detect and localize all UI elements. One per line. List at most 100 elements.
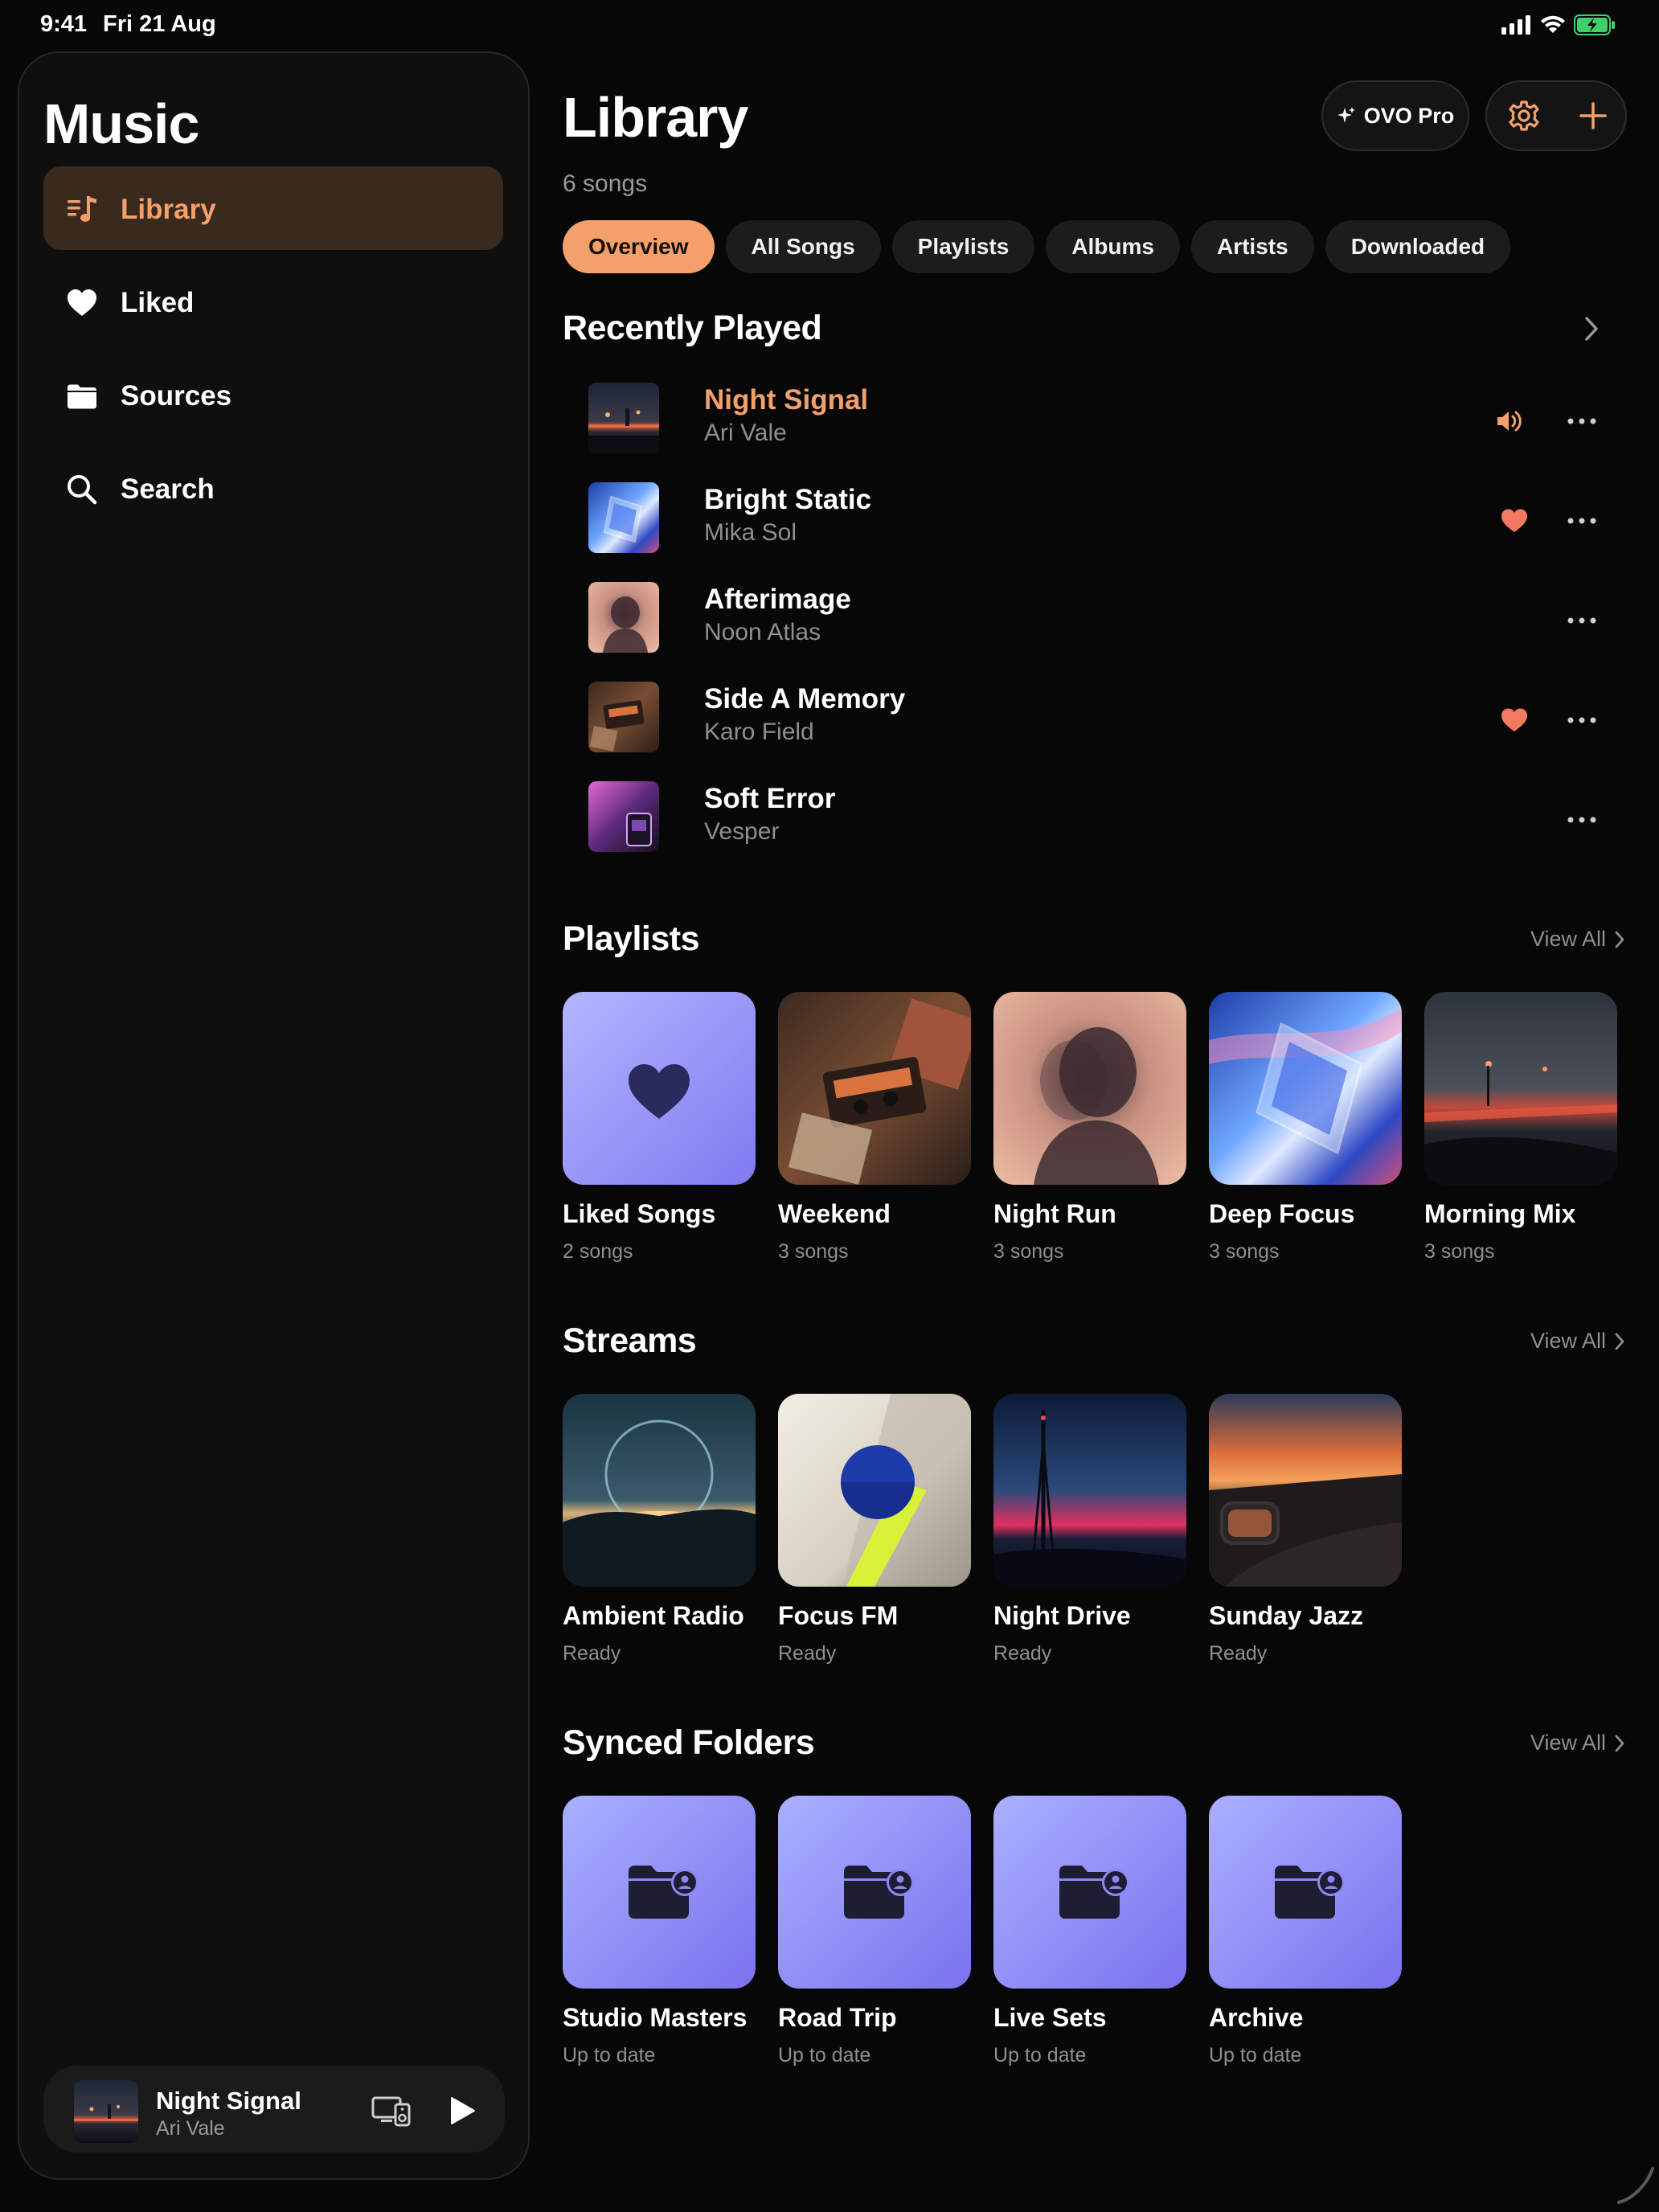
chevron-right-icon <box>1615 931 1624 948</box>
status-time: 9:41 <box>40 11 88 37</box>
playlist-card[interactable]: Morning Mix 3 songs <box>1424 992 1617 1264</box>
folder-icon <box>68 384 96 409</box>
streams-view-all[interactable]: View All <box>1530 1329 1625 1354</box>
stream-card[interactable]: Night Drive Ready <box>993 1394 1186 1665</box>
sidebar-item-liked[interactable]: Liked <box>43 260 503 343</box>
pro-button-label: OVO Pro <box>1363 103 1455 128</box>
tab-albums[interactable]: Albums <box>1046 220 1180 273</box>
resize-handle-icon[interactable] <box>1612 2162 1657 2207</box>
more-icon[interactable] <box>1566 506 1598 535</box>
song-count: 6 songs <box>563 170 648 197</box>
tab-artists[interactable]: Artists <box>1190 220 1314 273</box>
track-title: Side A Memory <box>704 683 906 715</box>
list-item[interactable]: Soft Error Vesper <box>587 775 1632 875</box>
playlist-name: Deep Focus <box>1209 1199 1355 1228</box>
playlist-artwork <box>1209 992 1402 1185</box>
more-icon[interactable] <box>1566 706 1598 735</box>
pro-button[interactable]: OVO Pro <box>1321 80 1469 151</box>
list-item[interactable]: Side A Memory Karo Field <box>587 675 1632 775</box>
heart-icon[interactable] <box>1500 706 1529 735</box>
track-artist: Karo Field <box>704 719 814 745</box>
track-artist: Noon Atlas <box>704 619 821 645</box>
folder-name: Archive <box>1209 2003 1304 2032</box>
list-item[interactable]: Afterimage Noon Atlas <box>587 576 1632 675</box>
tab-playlists[interactable]: Playlists <box>891 220 1035 273</box>
sidebar-nav: Library Liked Sources Search <box>43 166 503 539</box>
sparkle-icon <box>1337 107 1355 123</box>
streams-heading: Streams <box>563 1321 697 1360</box>
stream-card[interactable]: Ambient Radio Ready <box>563 1394 756 1665</box>
sidebar-item-search[interactable]: Search <box>43 446 503 530</box>
devices-output-icon[interactable] <box>371 2095 412 2127</box>
folder-card[interactable]: Studio Masters Up to date <box>563 1796 756 2067</box>
playlist-name: Liked Songs <box>563 1199 716 1228</box>
speaker-icon <box>1497 411 1522 432</box>
stream-card[interactable]: Focus FM Ready <box>778 1394 971 1665</box>
playlist-count: 2 songs <box>563 1240 633 1263</box>
sidebar-item-library[interactable]: Library <box>43 166 503 250</box>
folder-status: Up to date <box>778 2044 871 2067</box>
tab-downloaded[interactable]: Downloaded <box>1325 220 1511 273</box>
sidebar-item-sources[interactable]: Sources <box>43 353 503 436</box>
stream-status: Ready <box>993 1642 1052 1665</box>
playlist-card[interactable]: Deep Focus 3 songs <box>1209 992 1402 1264</box>
playlist-artwork <box>1424 992 1617 1185</box>
play-icon[interactable] <box>445 2095 477 2127</box>
folder-status: Up to date <box>993 2044 1087 2067</box>
synced-folders-heading: Synced Folders <box>563 1723 815 1762</box>
folder-card[interactable]: Archive Up to date <box>1209 1796 1402 2067</box>
more-icon[interactable] <box>1566 606 1598 635</box>
folder-status: Up to date <box>563 2044 656 2067</box>
list-item[interactable]: Night Signal Ari Vale <box>587 376 1632 476</box>
playlist-count: 3 songs <box>1209 1240 1280 1263</box>
more-icon[interactable] <box>1566 805 1598 834</box>
stream-card[interactable]: Sunday Jazz Ready <box>1209 1394 1402 1665</box>
chevron-right-icon[interactable] <box>1582 315 1601 342</box>
folder-card[interactable]: Live Sets Up to date <box>993 1796 1186 2067</box>
folder-tile <box>778 1796 971 1989</box>
view-all-label: View All <box>1530 1329 1606 1353</box>
sidebar-item-label: Search <box>121 473 215 505</box>
folder-tile <box>993 1796 1186 1989</box>
shared-folder-icon <box>1275 1866 1345 1919</box>
folder-status: Up to date <box>1209 2044 1302 2067</box>
search-icon <box>68 475 97 505</box>
streams-grid: Ambient Radio Ready Focus FM Ready Night… <box>563 1394 1402 1665</box>
toolbar-group <box>1485 80 1627 151</box>
synced-folders-view-all[interactable]: View All <box>1530 1731 1625 1755</box>
shared-folder-icon <box>844 1866 914 1919</box>
main-content: Library 6 songs OVO Pro Overview All Son… <box>563 0 1640 2212</box>
track-title: Soft Error <box>704 783 836 814</box>
sidebar-item-label: Sources <box>121 380 232 412</box>
track-artwork <box>588 582 659 653</box>
recently-played-list: Night Signal Ari Vale Bright Static Mika… <box>587 376 1632 875</box>
shared-folder-icon <box>1059 1866 1129 1919</box>
mini-player[interactable]: Night Signal Ari Vale <box>43 2066 505 2153</box>
folder-tile <box>1209 1796 1402 1989</box>
tab-all-songs[interactable]: All Songs <box>725 220 881 273</box>
playlist-name: Night Run <box>993 1199 1116 1228</box>
playlist-card[interactable]: Liked Songs 2 songs <box>563 992 756 1264</box>
track-artwork <box>588 482 659 553</box>
stream-name: Focus FM <box>778 1601 899 1630</box>
playlist-card[interactable]: Night Run 3 songs <box>993 992 1186 1264</box>
plus-icon[interactable] <box>1577 100 1609 132</box>
stream-artwork <box>1209 1394 1402 1587</box>
mini-player-artist: Ari Vale <box>156 2117 225 2140</box>
view-all-label: View All <box>1530 927 1606 951</box>
folder-card[interactable]: Road Trip Up to date <box>778 1796 971 2067</box>
heart-icon[interactable] <box>1500 506 1529 535</box>
list-item[interactable]: Bright Static Mika Sol <box>587 476 1632 576</box>
track-artist: Mika Sol <box>704 519 797 546</box>
playlist-card[interactable]: Weekend 3 songs <box>778 992 971 1264</box>
stream-name: Night Drive <box>993 1601 1131 1630</box>
playlist-artwork <box>993 992 1186 1185</box>
playlists-view-all[interactable]: View All <box>1530 927 1625 952</box>
gear-icon[interactable] <box>1508 100 1540 132</box>
stream-status: Ready <box>563 1642 621 1665</box>
stream-artwork <box>993 1394 1186 1587</box>
more-icon[interactable] <box>1566 407 1598 436</box>
stream-artwork <box>563 1394 756 1587</box>
playlist-name: Morning Mix <box>1424 1199 1576 1228</box>
tab-overview[interactable]: Overview <box>563 220 715 273</box>
